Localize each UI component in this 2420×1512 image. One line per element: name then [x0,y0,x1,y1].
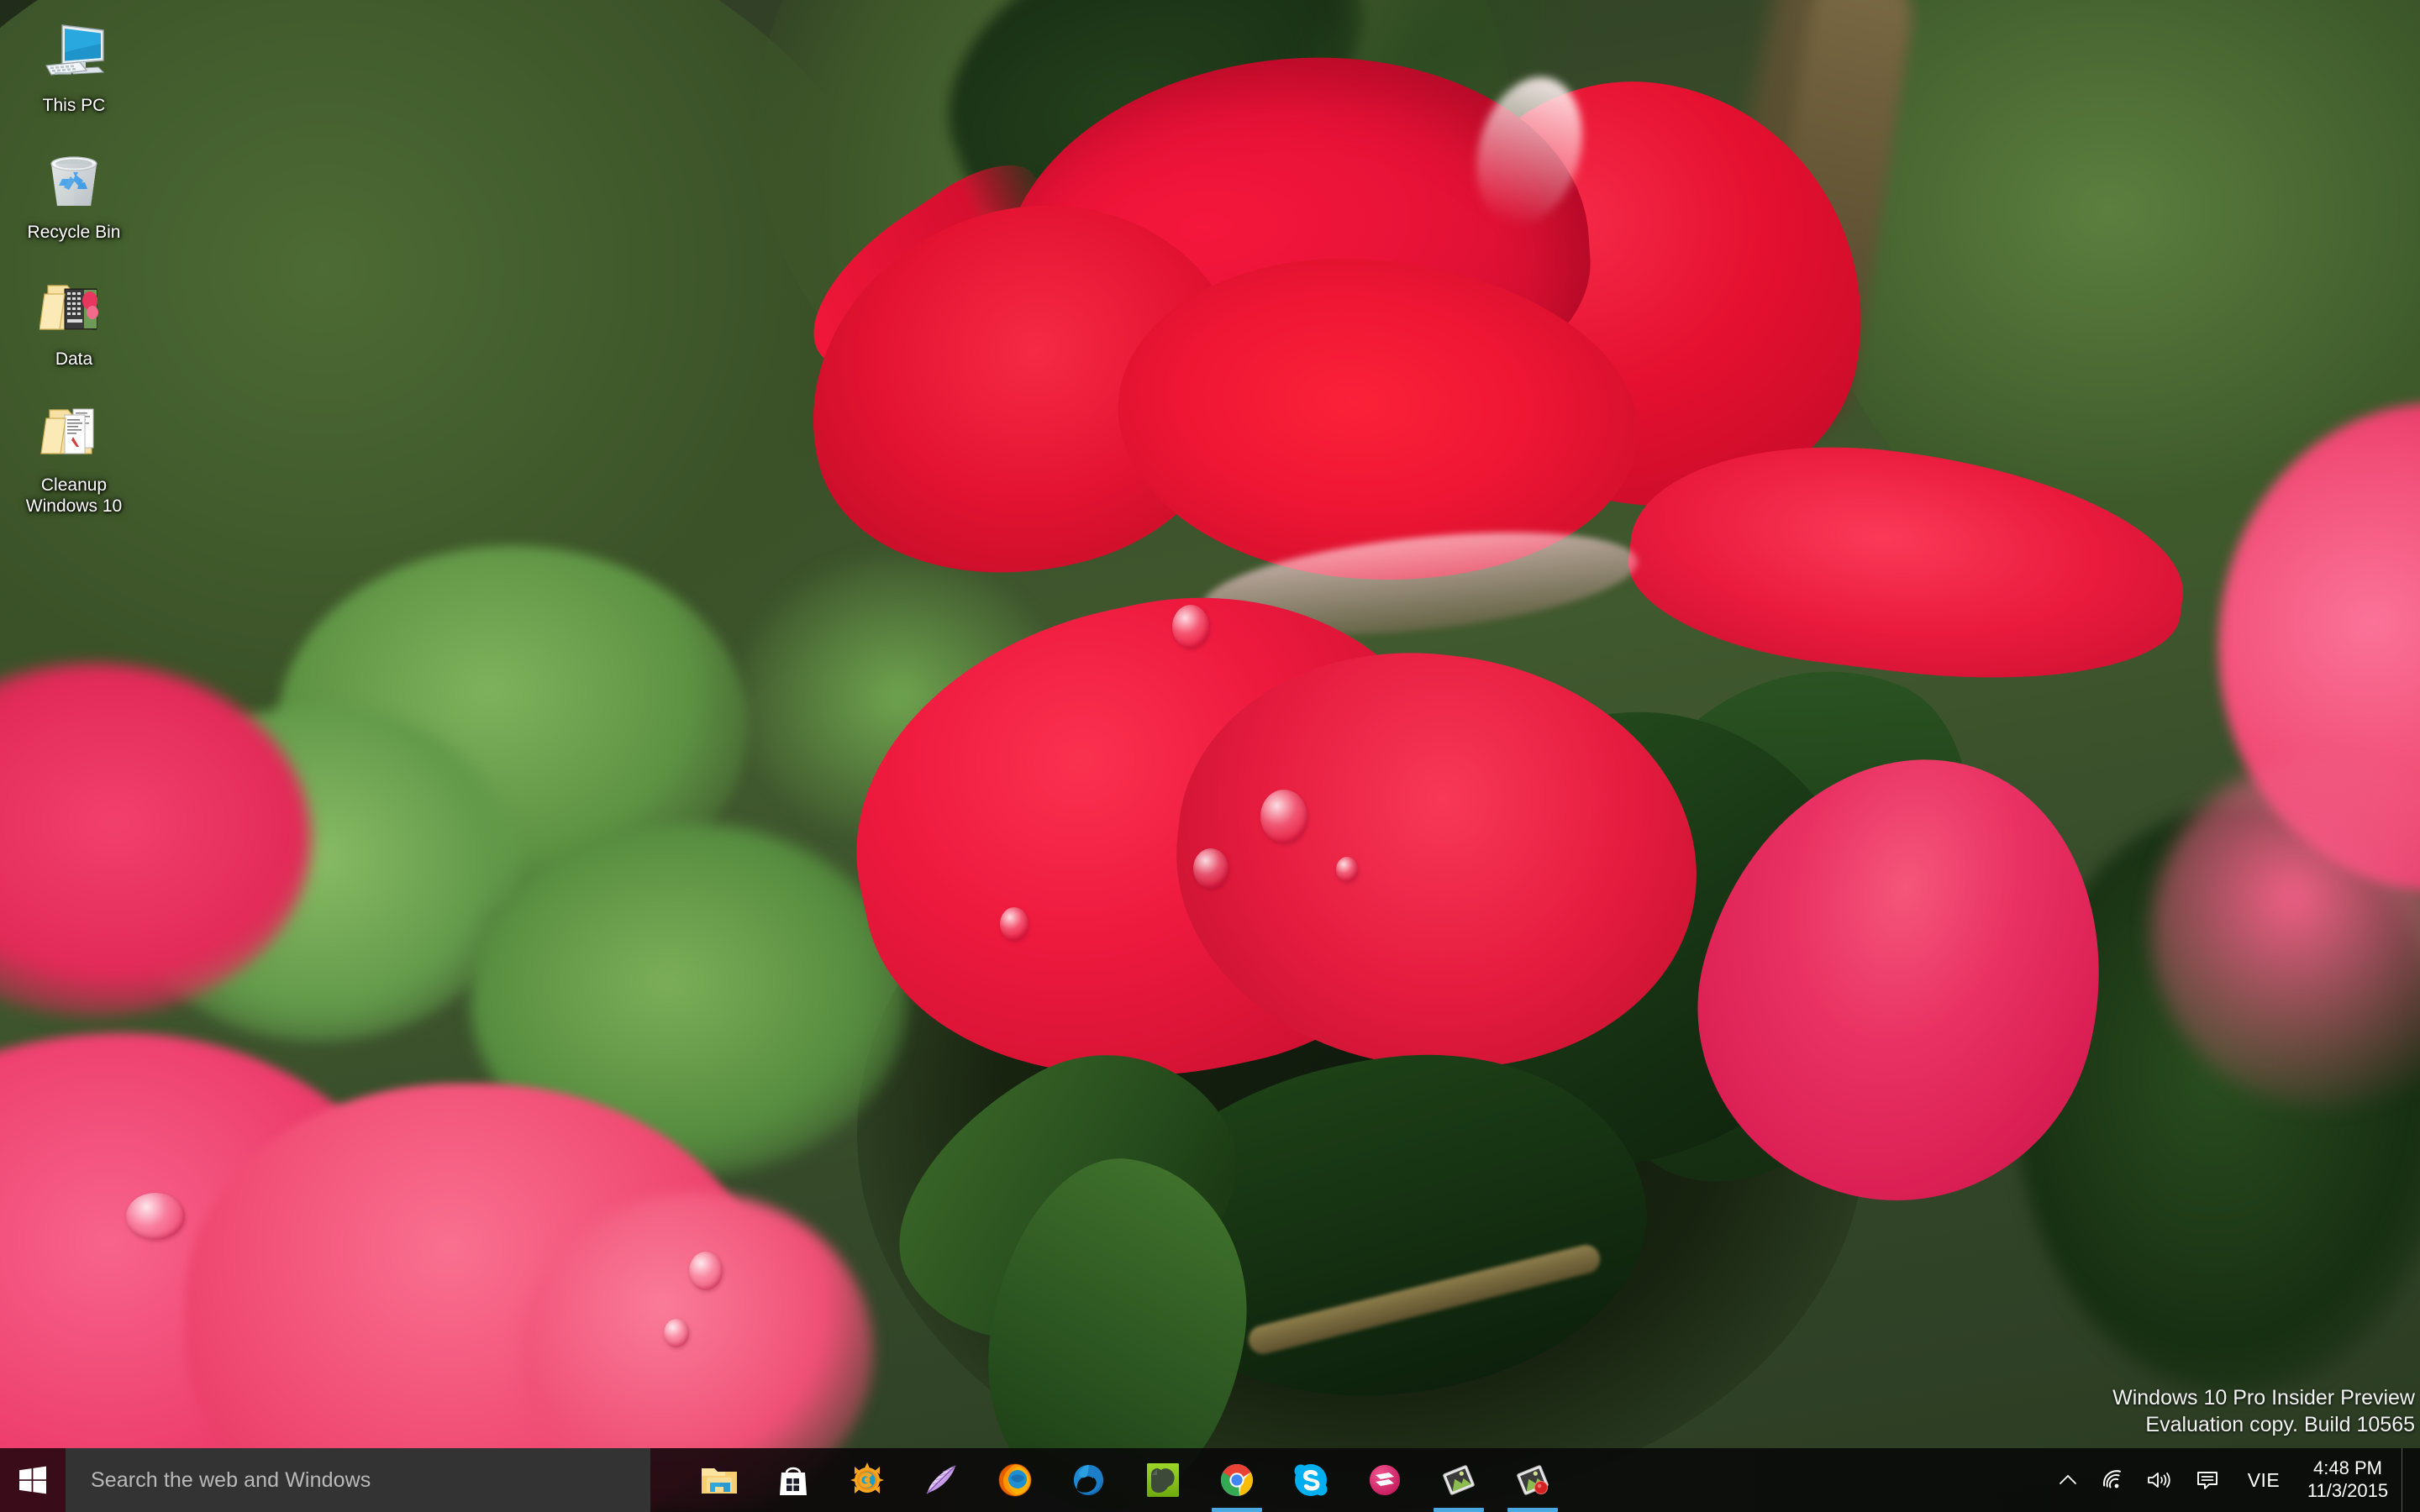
show-desktop-button[interactable] [2402,1448,2413,1512]
photo-diamond-red-icon [1513,1461,1552,1499]
photo-diamond-icon [1439,1461,1478,1499]
watermark-line-1: Windows 10 Pro Insider Preview [2112,1386,2415,1410]
desktop-wallpaper [0,0,2420,1512]
chrome-icon [1218,1461,1256,1499]
taskbar-item-chrome[interactable] [1200,1448,1274,1512]
pink-arrows-icon [1365,1461,1404,1499]
search-placeholder-text: Search the web and Windows [91,1467,371,1492]
clock-time: 4:48 PM [2313,1457,2382,1479]
desktop-icon-label: Cleanup Windows 10 [25,475,123,517]
taskbar-item-file-explorer[interactable] [682,1448,756,1512]
taskbar-item-photofiltre[interactable] [904,1448,978,1512]
water-droplet [1172,605,1209,648]
windows-activation-watermark: Windows 10 Pro Insider Preview Evaluatio… [2112,1384,2415,1438]
taskbar-app-buttons [650,1448,2045,1512]
watermark-line-2: Evaluation copy. Build 10565 [2145,1413,2415,1436]
water-droplet [1260,790,1307,843]
show-hidden-icons-button[interactable] [2045,1448,2091,1512]
folder-open-document-icon [39,398,108,467]
start-button[interactable] [0,1448,66,1512]
evernote-icon [1144,1461,1182,1499]
system-tray: VIE 4:48 PM 11/3/2015 [2045,1448,2420,1512]
clock-date: 11/3/2015 [2307,1480,2389,1501]
action-center-icon [2197,1472,2217,1489]
water-droplet [1193,848,1228,889]
water-droplet [1000,907,1028,941]
clock-and-date[interactable]: 4:48 PM 11/3/2015 [2294,1448,2402,1512]
water-droplet [664,1319,689,1347]
edge-icon [1070,1461,1108,1499]
speaker-icon [2148,1473,2170,1488]
language-indicator[interactable]: VIE [2233,1448,2294,1512]
desktop-icon-this-pc[interactable]: This PC [8,12,139,122]
computer-icon [39,18,108,87]
purple-feather-icon [922,1461,960,1499]
desktop-icon-label: Recycle Bin [27,222,121,242]
taskbar-item-store[interactable] [756,1448,830,1512]
desktop-icon-label: This PC [42,96,106,115]
taskbar-item-image-editor[interactable] [1496,1448,1570,1512]
taskbar-item-image-viewer[interactable] [1422,1448,1496,1512]
folder-open-picture-icon [39,272,108,341]
network-button[interactable] [2091,1448,2136,1512]
desktop-icon-grid: This PC Recycle Bin Data Cleanup Windows… [8,12,139,522]
water-droplet [1336,857,1358,882]
taskbar[interactable]: Search the web and Windows VIE 4:48 PM 1… [0,1448,2420,1512]
search-input[interactable]: Search the web and Windows [66,1448,650,1512]
firefox-icon [996,1461,1034,1499]
windows-store-icon [774,1461,813,1499]
taskbar-item-movavi[interactable] [1348,1448,1422,1512]
taskbar-item-xnview[interactable] [830,1448,904,1512]
desktop-icon-recycle-bin[interactable]: Recycle Bin [8,139,139,249]
taskbar-item-edge[interactable] [1052,1448,1126,1512]
chevron-up-icon [2060,1474,2076,1484]
taskbar-item-firefox[interactable] [978,1448,1052,1512]
desktop-icon-label: Data [55,349,93,369]
desktop-icon-cleanup-windows-10[interactable]: Cleanup Windows 10 [8,391,139,522]
water-droplet [689,1252,723,1290]
wifi-icon [2102,1470,2121,1488]
orange-sun-c-icon [848,1461,886,1499]
desktop[interactable]: This PC Recycle Bin Data Cleanup Windows… [0,0,2420,1512]
skype-icon [1292,1461,1330,1499]
taskbar-item-evernote[interactable] [1126,1448,1200,1512]
recycle-bin-icon [39,145,108,214]
file-explorer-icon [700,1461,739,1499]
taskbar-item-skype[interactable] [1274,1448,1348,1512]
volume-button[interactable] [2136,1448,2181,1512]
action-center-button[interactable] [2181,1448,2233,1512]
windows-logo-icon [19,1466,46,1494]
desktop-icon-data[interactable]: Data [8,265,139,375]
water-droplet [126,1193,185,1240]
